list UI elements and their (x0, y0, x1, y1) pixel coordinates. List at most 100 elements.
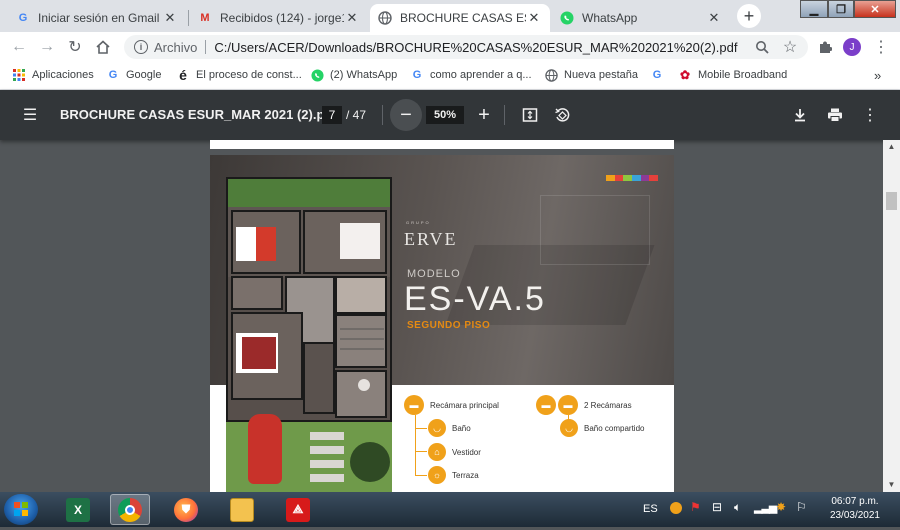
language-indicator[interactable]: ES (643, 503, 658, 515)
feature-bath: ◡ Baño (428, 419, 471, 437)
system-tray: ES ⚑ ⊟ 🔈︎ ▂▃▅ ✸ ⚐ 06:07 p.m. 23/03/2021 (640, 492, 900, 527)
minimize-button[interactable]: ▁ (800, 0, 828, 18)
page-number-input[interactable]: 7 (322, 106, 342, 124)
model-label: MODELO (407, 268, 461, 280)
scroll-up-arrow-icon[interactable]: ▲ (883, 140, 900, 154)
pdf-page: GRUPO ERVE MODELO ES-VA.5 SEGUNDO PISO ▬… (210, 155, 674, 492)
pdf-toolbar: ☰ BROCHURE CASAS ESUR_MAR 2021 (2).pdf 7… (0, 90, 900, 140)
tab-title: BROCHURE CASAS ESUR_N (400, 11, 526, 25)
bookmark-apps[interactable]: Aplicaciones (12, 68, 94, 82)
taskbar-firefox[interactable]: ⛊ (166, 494, 206, 525)
firefox-icon: ⛊ (174, 497, 198, 522)
tab-whatsapp[interactable]: WhatsApp ✕ (552, 4, 730, 32)
taskbar-acrobat[interactable]: ⟁ (278, 494, 318, 525)
vertical-scrollbar[interactable]: ▲ ▼ (883, 140, 900, 492)
home-button[interactable] (93, 37, 113, 57)
bookmark-whatsapp[interactable]: (2) WhatsApp (310, 68, 397, 82)
window-controls: ▁ ❐ ✕ (800, 0, 896, 20)
network-error-icon[interactable]: ⚐ (796, 500, 807, 514)
plus-icon: + (478, 103, 490, 126)
avast-tray-icon[interactable]: ✸ (776, 500, 786, 514)
extensions-button[interactable] (815, 37, 835, 57)
acrobat-icon: ⟁ (286, 497, 310, 522)
bookmark-mobile-broadband[interactable]: ✿ Mobile Broadband (678, 68, 787, 82)
bookmark-proceso[interactable]: é El proceso de const... (176, 67, 302, 83)
rotate-button[interactable] (552, 105, 572, 125)
device-tray-icon[interactable]: ⊟ (712, 500, 722, 514)
back-button[interactable]: ← (9, 37, 29, 57)
tab-brochure-pdf[interactable]: BROCHURE CASAS ESUR_N ✕ (370, 4, 550, 32)
bookmark-google-3[interactable]: G (650, 68, 670, 82)
bookmark-google[interactable]: G Google (106, 68, 162, 82)
feature-shared-bath: ◡ Baño compartido (560, 419, 644, 437)
taskbar-chrome[interactable] (110, 494, 150, 525)
car-render (248, 414, 282, 484)
new-tab-button[interactable]: + (737, 4, 761, 28)
taskbar-file-explorer[interactable] (222, 494, 262, 525)
print-button[interactable] (825, 105, 845, 125)
scrollbar-thumb[interactable] (886, 192, 897, 210)
bookmark-star-button[interactable]: ☆ (780, 37, 800, 57)
close-window-button[interactable]: ✕ (854, 0, 896, 18)
bookmark-aprender[interactable]: G como aprender a q... (410, 68, 532, 82)
zoom-out-button[interactable]: − (390, 99, 422, 131)
page-total: / 47 (346, 108, 367, 122)
browser-toolbar: ← → ↻ i Archivo C:/Users/ACER/Downloads/… (0, 32, 900, 62)
floor-plan-image (226, 177, 392, 422)
google-icon: G (108, 69, 118, 81)
zoom-in-button[interactable]: + (474, 103, 494, 126)
pdf-more-button[interactable]: ⋮ (860, 105, 880, 125)
tree-render (350, 442, 390, 482)
bookmark-label: Google (126, 69, 162, 81)
download-button[interactable] (790, 105, 810, 125)
feature-two-bedrooms: ▬ ▬ 2 Recámaras (536, 395, 632, 415)
close-icon[interactable]: ✕ (344, 10, 360, 26)
zoom-lens-button[interactable] (752, 37, 772, 57)
feature-connector (415, 451, 427, 452)
tab-title: WhatsApp (582, 11, 638, 25)
forward-button[interactable]: → (37, 37, 57, 57)
profile-avatar[interactable]: J (843, 38, 861, 56)
maximize-button[interactable]: ❐ (828, 0, 854, 18)
whatsapp-icon (310, 68, 324, 82)
feature-main-bedroom: ▬ Recámara principal (404, 395, 499, 415)
gmail-icon: M (200, 12, 210, 24)
address-bar[interactable]: i Archivo C:/Users/ACER/Downloads/BROCHU… (124, 35, 808, 59)
sidebar-menu-button[interactable]: ☰ (20, 105, 40, 125)
flag-tray-icon[interactable]: ⚑ (690, 500, 701, 514)
clock-date: 23/03/2021 (829, 510, 880, 521)
kebab-menu-icon: ⋮ (862, 107, 878, 124)
norton-tray-icon[interactable] (670, 502, 682, 514)
model-name: ES-VA.5 (404, 280, 546, 318)
feature-closet: ⌂ Vestidor (428, 443, 481, 461)
start-button[interactable] (4, 494, 38, 525)
tab-gmail-inbox[interactable]: M Recibidos (124) - jorge141 ✕ (190, 4, 368, 32)
stepping-stones (310, 432, 344, 488)
taskbar-excel[interactable]: X (58, 494, 98, 525)
brand-color-bars (606, 175, 659, 181)
reload-button[interactable]: ↻ (65, 37, 85, 57)
plus-icon: + (743, 5, 755, 26)
bookmarks-overflow-button[interactable]: » (874, 68, 881, 83)
brand-small-text: GRUPO (406, 220, 431, 225)
info-icon[interactable]: i (134, 40, 148, 54)
zoom-level-input[interactable]: 50% (426, 106, 464, 124)
fit-page-button[interactable] (520, 105, 540, 125)
puzzle-icon (820, 41, 832, 53)
file-explorer-icon (230, 497, 254, 522)
close-icon[interactable]: ✕ (706, 10, 722, 26)
bathtub-icon: ◡ (428, 419, 446, 437)
scroll-down-arrow-icon[interactable]: ▼ (883, 478, 900, 492)
reload-icon: ↻ (68, 39, 82, 56)
close-icon[interactable]: ✕ (162, 10, 178, 26)
menu-button[interactable]: ⋮ (871, 37, 891, 57)
signal-icon[interactable]: ▂▃▅ (754, 501, 777, 514)
feature-label: 2 Recámaras (584, 400, 632, 410)
clock[interactable]: 06:07 p.m. 23/03/2021 (830, 495, 880, 523)
tab-gmail-login[interactable]: G Iniciar sesión en Gmail - O ✕ (8, 4, 186, 32)
pdf-title: BROCHURE CASAS ESUR_MAR 2021 (2).pdf (60, 107, 337, 122)
volume-icon[interactable]: 🔈︎ (734, 500, 741, 515)
close-icon[interactable]: ✕ (526, 10, 542, 26)
bookmark-nueva-pestana[interactable]: Nueva pestaña (544, 68, 638, 82)
bed-icon: ▬ (536, 395, 556, 415)
